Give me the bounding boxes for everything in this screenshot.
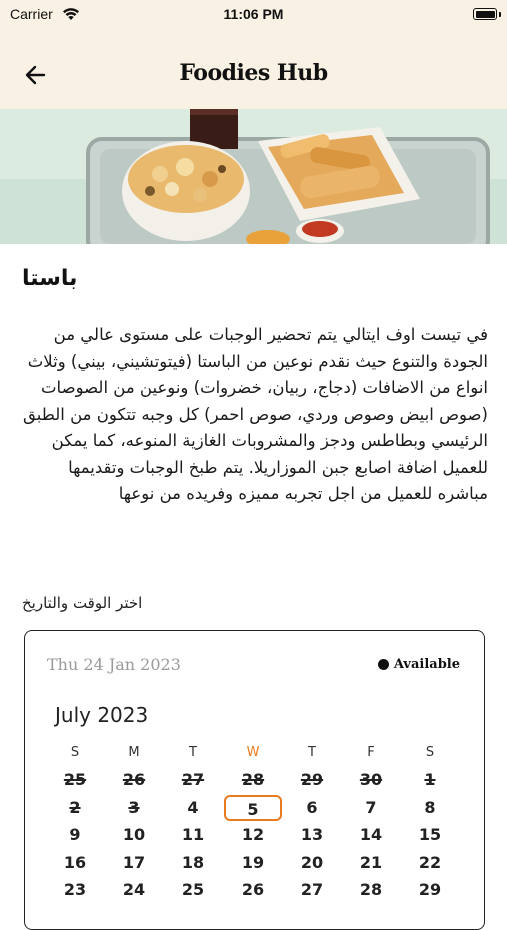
calendar-day: 29 <box>300 770 324 789</box>
weekday-label: T <box>308 745 316 760</box>
calendar-day: 1 <box>424 770 436 789</box>
calendar-day[interactable]: 10 <box>114 823 154 847</box>
calendar-day[interactable]: 9 <box>55 823 95 847</box>
dish-image <box>0 109 507 244</box>
calendar-day[interactable]: 19 <box>233 851 273 875</box>
calendar-day[interactable]: 16 <box>55 851 95 875</box>
available-dot-icon <box>377 659 389 670</box>
calendar-day: 30 <box>359 770 383 789</box>
status-time: 11:06 PM <box>223 6 284 22</box>
calendar-day[interactable]: 28 <box>351 878 391 902</box>
calendar-day[interactable]: 22 <box>410 851 450 875</box>
weekday-label: T <box>189 745 197 760</box>
calendar-day[interactable]: 8 <box>410 796 450 820</box>
calendar-day[interactable]: 4 <box>173 796 213 820</box>
dish-title: باستا <box>22 266 78 291</box>
calendar-day[interactable]: 6 <box>292 796 332 820</box>
status-bar: Carrier 11:06 PM <box>0 0 507 30</box>
calendar-day[interactable]: 25 <box>173 878 213 902</box>
calendar-day-selected[interactable]: 5 <box>224 794 282 821</box>
calendar-day[interactable]: 11 <box>173 823 213 847</box>
month-label: July 2023 <box>55 703 149 727</box>
page-title: Foodies Hub <box>179 60 328 86</box>
weekday-label: S <box>425 745 435 760</box>
calendar-day[interactable]: 21 <box>351 851 391 875</box>
calendar-day[interactable]: 15 <box>410 823 450 847</box>
selected-date: Thu 24 Jan 2023 <box>47 655 181 674</box>
calendar-day[interactable]: 20 <box>292 851 332 875</box>
calendar-day: 28 <box>241 770 265 789</box>
weekday-label: F <box>367 745 375 760</box>
dish-description: في تيست اوف ايتالي يتم تحضير الوجبات على… <box>22 325 488 503</box>
calendar-card: Thu 24 Jan 2023 Available July 2023 S M T W… <box>24 630 485 930</box>
calendar-day: 2 <box>69 797 81 817</box>
nav-bar: Foodies Hub <box>0 30 507 109</box>
calendar-day[interactable]: 29 <box>410 878 450 902</box>
calendar-day: 26 <box>122 770 146 789</box>
calendar-day[interactable]: 17 <box>114 851 154 875</box>
battery-icon <box>473 8 501 20</box>
calendar-day[interactable]: 27 <box>292 878 332 902</box>
weekday-label: S <box>70 745 80 760</box>
availability-legend: Available <box>377 657 460 672</box>
calendar-day[interactable]: 23 <box>55 878 95 902</box>
calendar-day[interactable]: 14 <box>351 823 391 847</box>
calendar-day[interactable]: 24 <box>114 878 154 902</box>
calendar-day[interactable]: 18 <box>173 851 213 875</box>
weekday-label: W <box>246 745 260 760</box>
legend-label: Available <box>393 657 460 672</box>
calendar-day[interactable]: 12 <box>233 823 273 847</box>
calendar-day[interactable]: 7 <box>351 796 391 820</box>
calendar-day[interactable]: 26 <box>233 878 273 902</box>
calendar-day[interactable]: 13 <box>292 823 332 847</box>
calendar-day: 27 <box>181 770 205 789</box>
select-time-label: اختر الوقت والتاريخ <box>22 594 143 612</box>
weekday-label: M <box>128 745 140 760</box>
calendar-day: 3 <box>128 797 140 817</box>
calendar-day: 25 <box>63 770 87 789</box>
